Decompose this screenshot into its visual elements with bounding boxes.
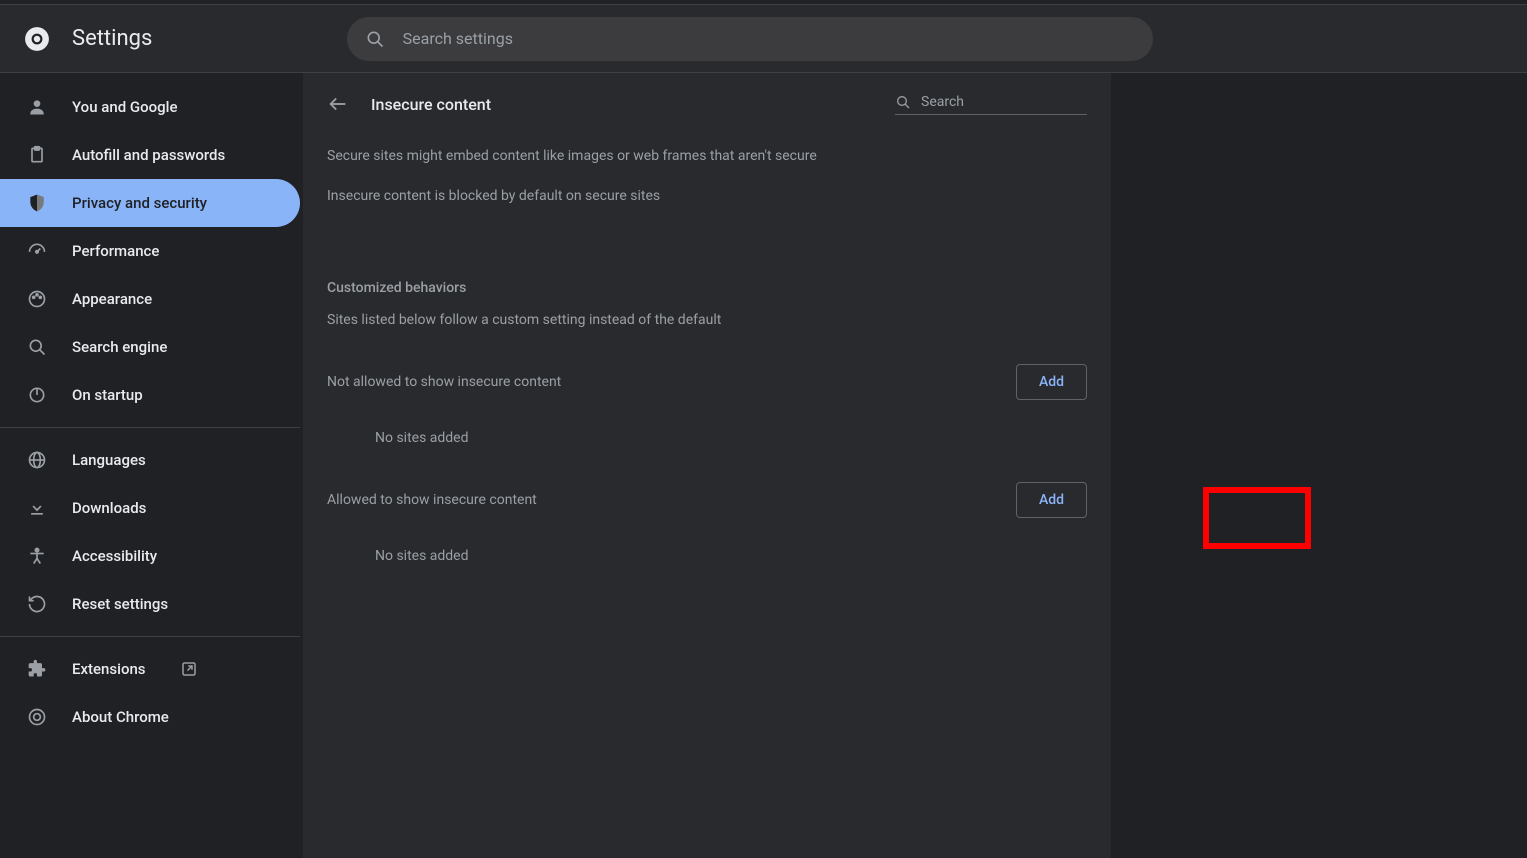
back-arrow-icon[interactable]	[327, 93, 349, 115]
description-line-1: Secure sites might embed content like im…	[327, 145, 1087, 167]
description-line-2: Insecure content is blocked by default o…	[327, 185, 1087, 207]
section-search-box[interactable]	[895, 94, 1087, 115]
sidebar-item-downloads[interactable]: Downloads	[0, 484, 300, 532]
global-search-box[interactable]	[347, 17, 1153, 61]
external-link-icon	[180, 660, 198, 678]
sidebar-item-label: About Chrome	[72, 708, 169, 726]
app-title: Settings	[72, 26, 152, 51]
sidebar-item-label: Languages	[72, 451, 146, 469]
search-icon	[26, 336, 48, 358]
sidebar-divider	[0, 427, 300, 428]
puzzle-icon	[26, 658, 48, 680]
sidebar-item-on-startup[interactable]: On startup	[0, 371, 300, 419]
sidebar-item-label: Performance	[72, 242, 159, 260]
allowed-label: Allowed to show insecure content	[327, 492, 537, 508]
sidebar-item-label: Accessibility	[72, 547, 157, 565]
globe-icon	[26, 449, 48, 471]
app-header: Settings	[0, 5, 1527, 73]
sidebar-item-languages[interactable]: Languages	[0, 436, 300, 484]
not-allowed-label: Not allowed to show insecure content	[327, 374, 561, 390]
sidebar-item-appearance[interactable]: Appearance	[0, 275, 300, 323]
sidebar-item-autofill[interactable]: Autofill and passwords	[0, 131, 300, 179]
add-allowed-button[interactable]: Add	[1016, 482, 1087, 518]
sidebar-item-performance[interactable]: Performance	[0, 227, 300, 275]
search-icon	[895, 94, 911, 110]
global-search-input[interactable]	[403, 29, 1135, 48]
chrome-logo-icon	[24, 26, 50, 52]
sidebar-item-extensions[interactable]: Extensions	[0, 645, 300, 693]
shield-icon	[26, 192, 48, 214]
add-not-allowed-button[interactable]: Add	[1016, 364, 1087, 400]
power-icon	[26, 384, 48, 406]
sidebar: You and Google Autofill and passwords Pr…	[0, 73, 300, 858]
sidebar-item-search-engine[interactable]: Search engine	[0, 323, 300, 371]
customized-behaviors-subtext: Sites listed below follow a custom setti…	[303, 296, 1111, 328]
palette-icon	[26, 288, 48, 310]
allowed-empty-text: No sites added	[303, 518, 1111, 564]
sidebar-item-privacy-security[interactable]: Privacy and security	[0, 179, 300, 227]
clipboard-icon	[26, 144, 48, 166]
speedometer-icon	[26, 240, 48, 262]
download-icon	[26, 497, 48, 519]
sidebar-item-label: Search engine	[72, 338, 167, 356]
sidebar-item-label: Downloads	[72, 499, 146, 517]
sidebar-divider	[0, 636, 300, 637]
sidebar-item-label: Reset settings	[72, 595, 168, 613]
search-icon	[365, 29, 385, 49]
accessibility-icon	[26, 545, 48, 567]
customized-behaviors-header: Customized behaviors	[303, 234, 1111, 296]
sidebar-item-you-and-google[interactable]: You and Google	[0, 83, 300, 131]
sidebar-item-label: Autofill and passwords	[72, 146, 225, 164]
section-search-input[interactable]	[921, 94, 1087, 110]
sidebar-item-accessibility[interactable]: Accessibility	[0, 532, 300, 580]
sidebar-item-label: Appearance	[72, 290, 152, 308]
sidebar-item-label: Extensions	[72, 660, 146, 678]
not-allowed-empty-text: No sites added	[303, 400, 1111, 446]
sidebar-item-reset[interactable]: Reset settings	[0, 580, 300, 628]
sidebar-item-label: You and Google	[72, 98, 177, 116]
restore-icon	[26, 593, 48, 615]
chrome-outline-icon	[26, 706, 48, 728]
sidebar-item-label: Privacy and security	[72, 194, 207, 212]
sidebar-item-label: On startup	[72, 386, 143, 404]
person-icon	[26, 96, 48, 118]
sidebar-item-about-chrome[interactable]: About Chrome	[0, 693, 300, 741]
page-title: Insecure content	[371, 95, 873, 114]
content-panel: Insecure content Secure sites might embe…	[303, 73, 1111, 858]
